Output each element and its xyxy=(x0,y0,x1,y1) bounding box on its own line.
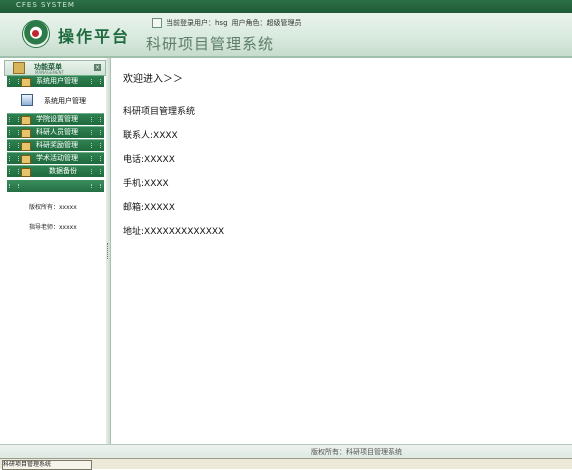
sidebar-group-system-users[interactable]: 系统用户管理 xyxy=(7,75,104,87)
grip-icon xyxy=(91,117,101,122)
folder-icon xyxy=(21,168,31,177)
grip-icon xyxy=(91,156,101,161)
user-info-bar: 当前登录用户：hsg 用户角色：超级管理员 xyxy=(152,17,302,29)
taskbar-item[interactable]: 科研项目管理系统 xyxy=(2,460,92,470)
grip-icon xyxy=(91,130,101,135)
info-line-contact: 联系人:XXXX xyxy=(123,131,178,141)
grip-icon xyxy=(9,169,19,174)
logo-text: 操作平台 xyxy=(58,27,131,46)
user-role: 用户角色：超级管理员 xyxy=(231,19,302,27)
group-label: 科研奖励管理 xyxy=(36,141,78,149)
splitter-grip-icon xyxy=(107,243,110,259)
user-icon xyxy=(152,18,162,28)
grip-icon xyxy=(9,156,19,161)
welcome-text: 欢迎进入＞＞ xyxy=(123,74,183,85)
sidebar-group-research-staff[interactable]: 科研人员管理 xyxy=(7,126,104,138)
grip-icon xyxy=(9,130,19,135)
group-label: 学术活动管理 xyxy=(36,154,78,162)
main-content: 欢迎进入＞＞ 科研项目管理系统 联系人:XXXX 电话:XXXXX 手机:XXX… xyxy=(111,58,572,444)
sidebar-group-research-awards[interactable]: 科研奖励管理 xyxy=(7,139,104,151)
grip-icon xyxy=(91,184,101,188)
current-user: 当前登录用户：hsg xyxy=(166,19,228,27)
folder-icon xyxy=(21,129,31,138)
sidebar-group-data-backup[interactable]: 数据备份 xyxy=(7,165,104,177)
info-line-system: 科研项目管理系统 xyxy=(123,107,196,117)
advisor-info: 指导老师：xxxxx xyxy=(29,224,77,231)
info-line-email: 邮箱:XXXXX xyxy=(123,203,175,213)
grip-icon xyxy=(9,79,19,84)
info-line-phone: 电话:XXXXX xyxy=(123,155,175,165)
sidebar-item-system-users[interactable]: 系统用户管理 xyxy=(7,91,104,109)
system-title: 科研项目管理系统 xyxy=(146,35,275,53)
grip-icon xyxy=(9,143,19,148)
menu-icon xyxy=(13,62,25,74)
window-title: CFES SYSTEM xyxy=(16,1,75,9)
header: 操作平台 当前登录用户：hsg 用户角色：超级管理员 科研项目管理系统 xyxy=(0,13,572,58)
logo: 操作平台 xyxy=(0,13,145,56)
group-label: 数据备份 xyxy=(49,167,77,175)
grip-icon xyxy=(91,79,101,84)
group-label: 学院设置管理 xyxy=(36,115,78,123)
grip-icon xyxy=(9,117,19,122)
info-line-address: 地址:XXXXXXXXXXXXX xyxy=(123,227,225,237)
window-title-bar: CFES SYSTEM xyxy=(0,0,572,13)
folder-icon xyxy=(21,78,31,87)
logo-icon xyxy=(22,20,50,48)
grip-icon xyxy=(9,184,19,188)
folder-icon xyxy=(21,142,31,151)
grip-icon xyxy=(91,169,101,174)
copyright-info: 版权所有：xxxxx xyxy=(29,204,77,211)
sidebar-group-college-settings[interactable]: 学院设置管理 xyxy=(7,113,104,125)
sidebar-group-academic-activities[interactable]: 学术活动管理 xyxy=(7,152,104,164)
menu-footer xyxy=(7,180,104,192)
footer-copyright: 版权所有：科研项目管理系统 xyxy=(311,448,402,456)
sidebar: 功能菜单 MANAGEMENT × 系统用户管理 系统用户管理 学院设置管理 科… xyxy=(0,58,107,444)
menu-header: 功能菜单 MANAGEMENT × xyxy=(4,60,106,76)
info-line-mobile: 手机:XXXX xyxy=(123,179,169,189)
grip-icon xyxy=(91,143,101,148)
user-manage-icon xyxy=(21,94,33,106)
folder-icon xyxy=(21,116,31,125)
footer: 版权所有：科研项目管理系统 xyxy=(0,444,572,459)
folder-icon xyxy=(21,155,31,164)
group-label: 系统用户管理 xyxy=(36,77,78,85)
taskbar: 科研项目管理系统 xyxy=(0,458,572,470)
collapse-menu-button[interactable]: × xyxy=(94,64,101,71)
sidebar-item-label: 系统用户管理 xyxy=(44,97,86,105)
group-label: 科研人员管理 xyxy=(36,128,78,136)
